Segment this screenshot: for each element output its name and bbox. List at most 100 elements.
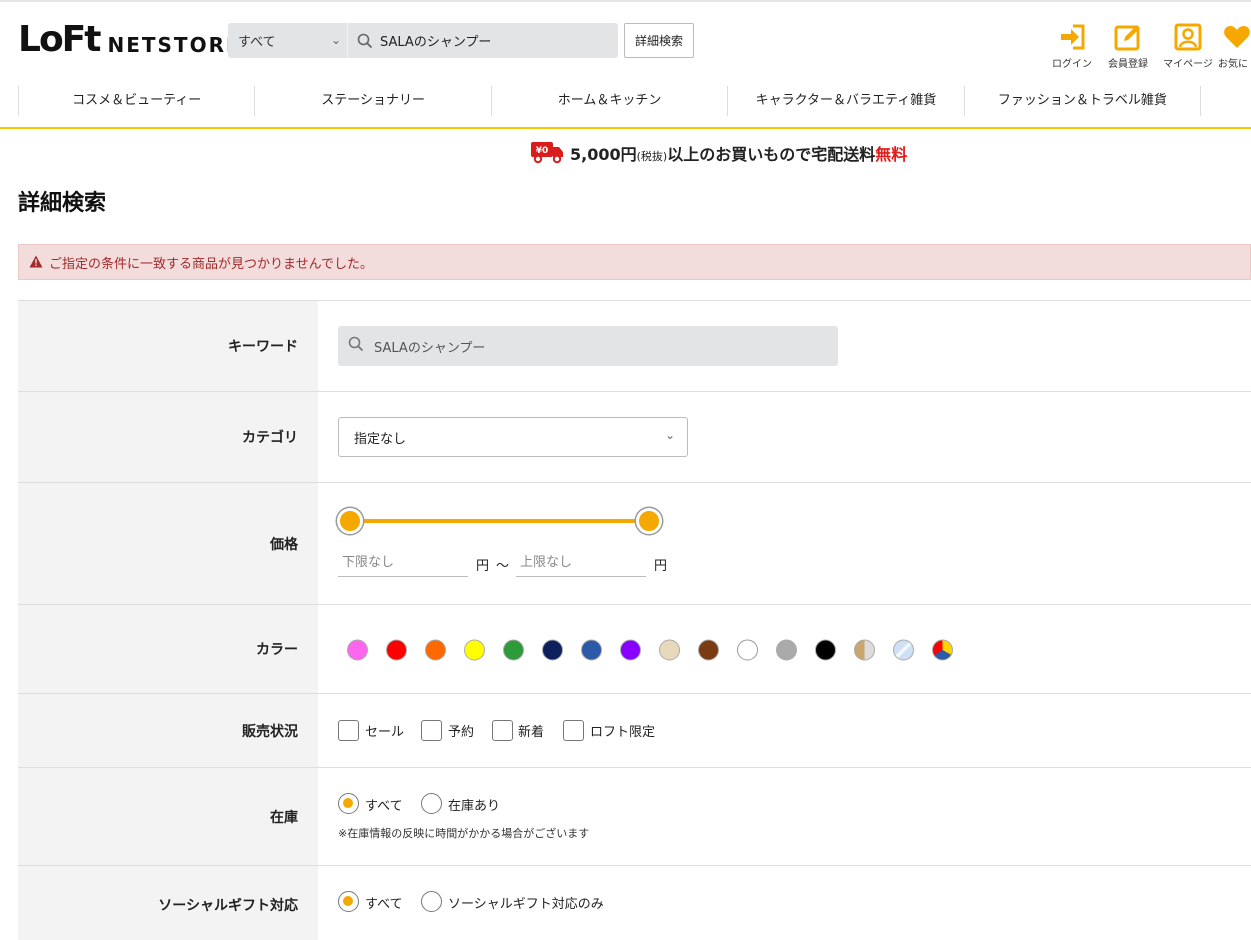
site-logo[interactable]: LoFt NETSTORE (18, 22, 242, 58)
search-scope-select[interactable]: すべて ⌄ (228, 23, 348, 58)
price-slider-track[interactable] (350, 519, 650, 523)
color-row: カラー (18, 604, 1251, 693)
category-select[interactable]: 指定なし ⌄ (338, 417, 688, 457)
color-swatch-blue[interactable] (581, 639, 602, 661)
stock-all-radio[interactable] (338, 793, 359, 814)
category-nav: コスメ＆ビューティー ステーショナリー ホーム＆キッチン キャラクター＆バラエテ… (18, 86, 1202, 116)
color-swatch-multi[interactable] (932, 639, 953, 661)
price-separator: ～ (496, 559, 510, 574)
warning-icon (29, 253, 43, 272)
favorites-icon (1222, 22, 1251, 54)
shipping-tax: (税抜) (636, 150, 668, 163)
color-swatch-orange[interactable] (425, 639, 446, 661)
chevron-down-icon: ⌄ (330, 33, 341, 47)
sale-status-label: 販売状況 (18, 694, 318, 767)
color-swatch-red[interactable] (386, 639, 407, 661)
free-shipping-banner: ¥0 5,000円(税抜)以上のお買いもので宅配送料無料 (530, 138, 907, 168)
register-button[interactable]: 会員登録 (1098, 22, 1158, 70)
nav-item-home-kitchen[interactable]: ホーム＆キッチン (490, 86, 727, 116)
color-swatch-green[interactable] (503, 639, 524, 661)
login-icon (1042, 22, 1102, 54)
header-user-menu: ログイン 会員登録 マイページ お気に (1040, 22, 1251, 72)
mypage-icon (1158, 22, 1218, 54)
sale-status-row: 販売状況 セール 予約 新着 ロフト限定 (18, 693, 1251, 767)
register-icon (1098, 22, 1158, 54)
color-swatch-beige[interactable] (659, 639, 680, 661)
search-icon (348, 336, 364, 356)
sale-checkbox-label: セール (365, 725, 405, 740)
price-slider-max-handle[interactable] (636, 508, 662, 534)
color-label: カラー (18, 605, 318, 693)
shipping-free: 無料 (875, 145, 908, 164)
social-gift-label: ソーシャルギフト対応 (18, 866, 318, 940)
nav-item-stationery[interactable]: ステーショナリー (254, 86, 490, 116)
login-label: ログイン (1052, 59, 1092, 70)
truck-icon: ¥0 (530, 138, 564, 168)
logo-text: NETSTORE (107, 33, 242, 57)
mypage-label: マイページ (1163, 59, 1213, 70)
new-arrival-checkbox[interactable] (492, 720, 513, 741)
stock-all-label: すべて (365, 799, 403, 814)
loft-limited-checkbox-label: ロフト限定 (590, 725, 656, 740)
price-slider-min-handle[interactable] (337, 508, 363, 534)
top-border (0, 0, 1251, 2)
stock-label: 在庫 (18, 768, 318, 865)
search-icon (348, 33, 376, 49)
price-min-unit: 円 (476, 559, 490, 574)
color-swatch-white[interactable] (737, 639, 758, 661)
favorites-button[interactable]: お気に (1216, 22, 1251, 70)
shipping-amount: 5,000円 (570, 145, 637, 164)
sale-checkbox[interactable] (338, 720, 359, 741)
stock-row: 在庫 すべて 在庫あり ※在庫情報の反映に時間がかかる場合がございます (18, 767, 1251, 865)
reservation-checkbox[interactable] (421, 720, 442, 741)
color-swatch-black[interactable] (815, 639, 836, 661)
gift-only-label: ソーシャルギフト対応のみ (448, 897, 604, 912)
color-swatch-silver[interactable] (893, 639, 914, 661)
shipping-middle: 以上のお買いもので宅配送料 (667, 145, 876, 164)
header-search-input[interactable]: SALAのシャンプー (376, 31, 491, 50)
shipping-badge: ¥0 (536, 146, 549, 156)
price-max-unit: 円 (654, 559, 668, 574)
gift-all-label: すべて (365, 897, 403, 912)
gift-all-radio[interactable] (338, 891, 359, 912)
register-label: 会員登録 (1108, 59, 1148, 70)
color-swatch-purple[interactable] (620, 639, 641, 661)
gift-only-radio[interactable] (421, 891, 442, 912)
alert-message: ご指定の条件に一致する商品が見つかりませんでした。 (49, 256, 373, 272)
keyword-label: キーワード (18, 301, 318, 391)
search-scope-value: すべて (238, 35, 276, 50)
login-button[interactable]: ログイン (1042, 22, 1102, 70)
nav-item-fashion-travel[interactable]: ファッション＆トラベル雑貨 (963, 86, 1202, 116)
price-min-input[interactable]: 下限なし (338, 553, 468, 577)
color-swatch-gray[interactable] (776, 639, 797, 661)
price-max-input[interactable]: 上限なし (516, 553, 646, 577)
header-search-bar: すべて ⌄ SALAのシャンプー (228, 23, 618, 58)
category-label: カテゴリ (18, 392, 318, 482)
no-results-alert: ご指定の条件に一致する商品が見つかりませんでした。 (18, 244, 1251, 280)
color-swatch-brown[interactable] (698, 639, 719, 661)
nav-item-cosme[interactable]: コスメ＆ビューティー (18, 86, 254, 116)
social-gift-row: ソーシャルギフト対応 すべて ソーシャルギフト対応のみ (18, 865, 1251, 940)
keyword-input[interactable]: SALAのシャンプー (338, 326, 838, 366)
mypage-button[interactable]: マイページ (1158, 22, 1218, 70)
advanced-search-form: キーワード SALAのシャンプー カテゴリ 指定なし ⌄ 価格 下限なし 円 ～… (18, 300, 1251, 940)
logo-mark: LoFt (18, 19, 101, 60)
favorites-label: お気に (1218, 59, 1248, 70)
new-arrival-checkbox-label: 新着 (518, 725, 545, 740)
color-swatch-pink[interactable] (347, 639, 368, 661)
color-swatch-yellow[interactable] (464, 639, 485, 661)
category-row: カテゴリ 指定なし ⌄ (18, 391, 1251, 482)
keyword-placeholder: SALAのシャンプー (374, 340, 486, 356)
stock-available-radio[interactable] (421, 793, 442, 814)
color-swatch-navy[interactable] (542, 639, 563, 661)
advanced-search-button[interactable]: 詳細検索 (624, 23, 694, 58)
nav-divider (0, 127, 1251, 129)
nav-item-character-variety[interactable]: キャラクター＆バラエティ雑貨 (727, 86, 963, 116)
price-label: 価格 (18, 483, 318, 604)
stock-note: ※在庫情報の反映に時間がかかる場合がございます (338, 827, 590, 840)
category-value: 指定なし (354, 431, 407, 447)
loft-limited-checkbox[interactable] (563, 720, 584, 741)
keyword-row: キーワード SALAのシャンプー (18, 300, 1251, 391)
page-title: 詳細検索 (18, 191, 107, 216)
color-swatch-gold[interactable] (854, 639, 875, 661)
